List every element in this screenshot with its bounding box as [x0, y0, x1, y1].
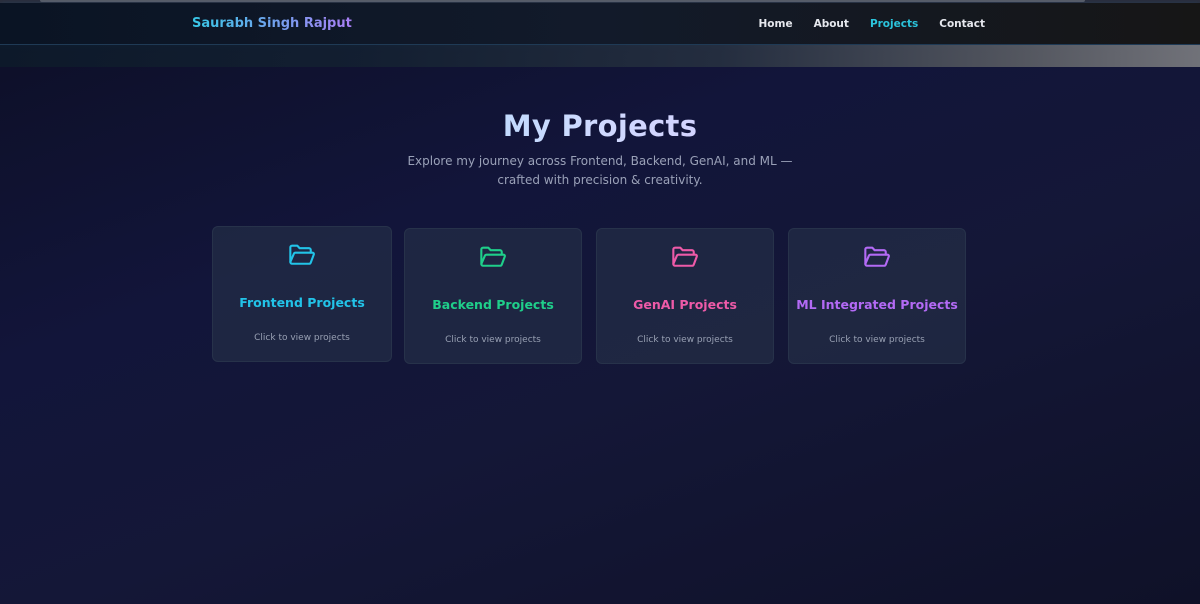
folder-open-icon [480, 246, 506, 267]
browser-scroll-indicator [40, 0, 1085, 2]
nav-link-about[interactable]: About [814, 18, 849, 30]
card-title: ML Integrated Projects [796, 297, 958, 312]
card-frontend-projects[interactable]: Frontend Projects Click to view projects [212, 226, 392, 362]
card-title: Frontend Projects [239, 295, 365, 310]
folder-open-icon [864, 246, 890, 267]
nav-link-contact[interactable]: Contact [939, 18, 985, 30]
hero-section: My Projects Explore my journey across Fr… [0, 106, 1200, 190]
folder-open-icon [672, 246, 698, 267]
nav-links: Home About Projects Contact [759, 18, 986, 30]
brand-logo-text[interactable]: Saurabh Singh Rajput [192, 16, 352, 31]
navbar: Saurabh Singh Rajput Home About Projects… [0, 3, 1200, 45]
nav-link-home[interactable]: Home [759, 18, 793, 30]
nav-link-projects[interactable]: Projects [870, 18, 918, 30]
card-ml-integrated-projects[interactable]: ML Integrated Projects Click to view pro… [788, 228, 966, 364]
card-subtitle: Click to view projects [829, 335, 925, 345]
card-backend-projects[interactable]: Backend Projects Click to view projects [404, 228, 582, 364]
card-subtitle: Click to view projects [637, 335, 733, 345]
page-subtitle: Explore my journey across Frontend, Back… [407, 154, 793, 187]
page-title: My Projects [0, 106, 1200, 146]
header-gradient-strip [0, 45, 1200, 67]
card-genai-projects[interactable]: GenAI Projects Click to view projects [596, 228, 774, 364]
folder-open-icon [289, 244, 315, 265]
card-title: Backend Projects [432, 297, 554, 312]
card-subtitle: Click to view projects [445, 335, 541, 345]
card-subtitle: Click to view projects [254, 333, 350, 343]
card-title: GenAI Projects [633, 297, 737, 312]
project-category-grid: Frontend Projects Click to view projects… [212, 226, 966, 364]
